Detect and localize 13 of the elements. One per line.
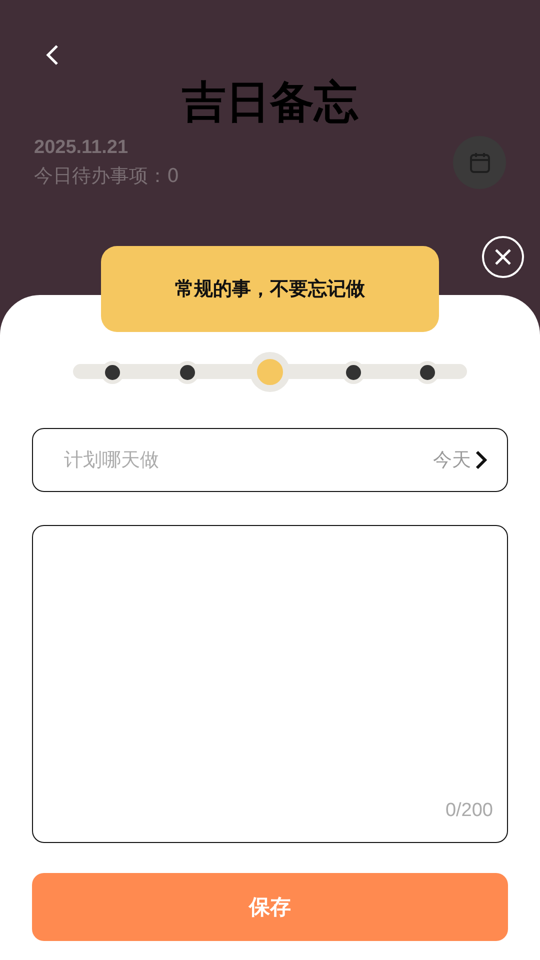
calendar-icon (468, 150, 492, 174)
page-title: 吉日备忘 (181, 76, 360, 130)
date-field[interactable]: 计划哪天做 今天 (32, 428, 508, 492)
tooltip: 常规的事，不要忘记做 (101, 246, 439, 332)
todo-count: 今日待办事项：0 (34, 164, 180, 188)
close-icon (493, 247, 513, 267)
chevron-right-icon (475, 450, 487, 470)
char-counter: 0/200 (445, 800, 493, 822)
save-button[interactable]: 保存 (32, 873, 508, 941)
date-text: 2025.11.21 (34, 136, 130, 158)
note-field[interactable]: 0/200 (32, 525, 508, 843)
close-button[interactable] (482, 236, 524, 278)
back-icon[interactable] (45, 44, 59, 66)
